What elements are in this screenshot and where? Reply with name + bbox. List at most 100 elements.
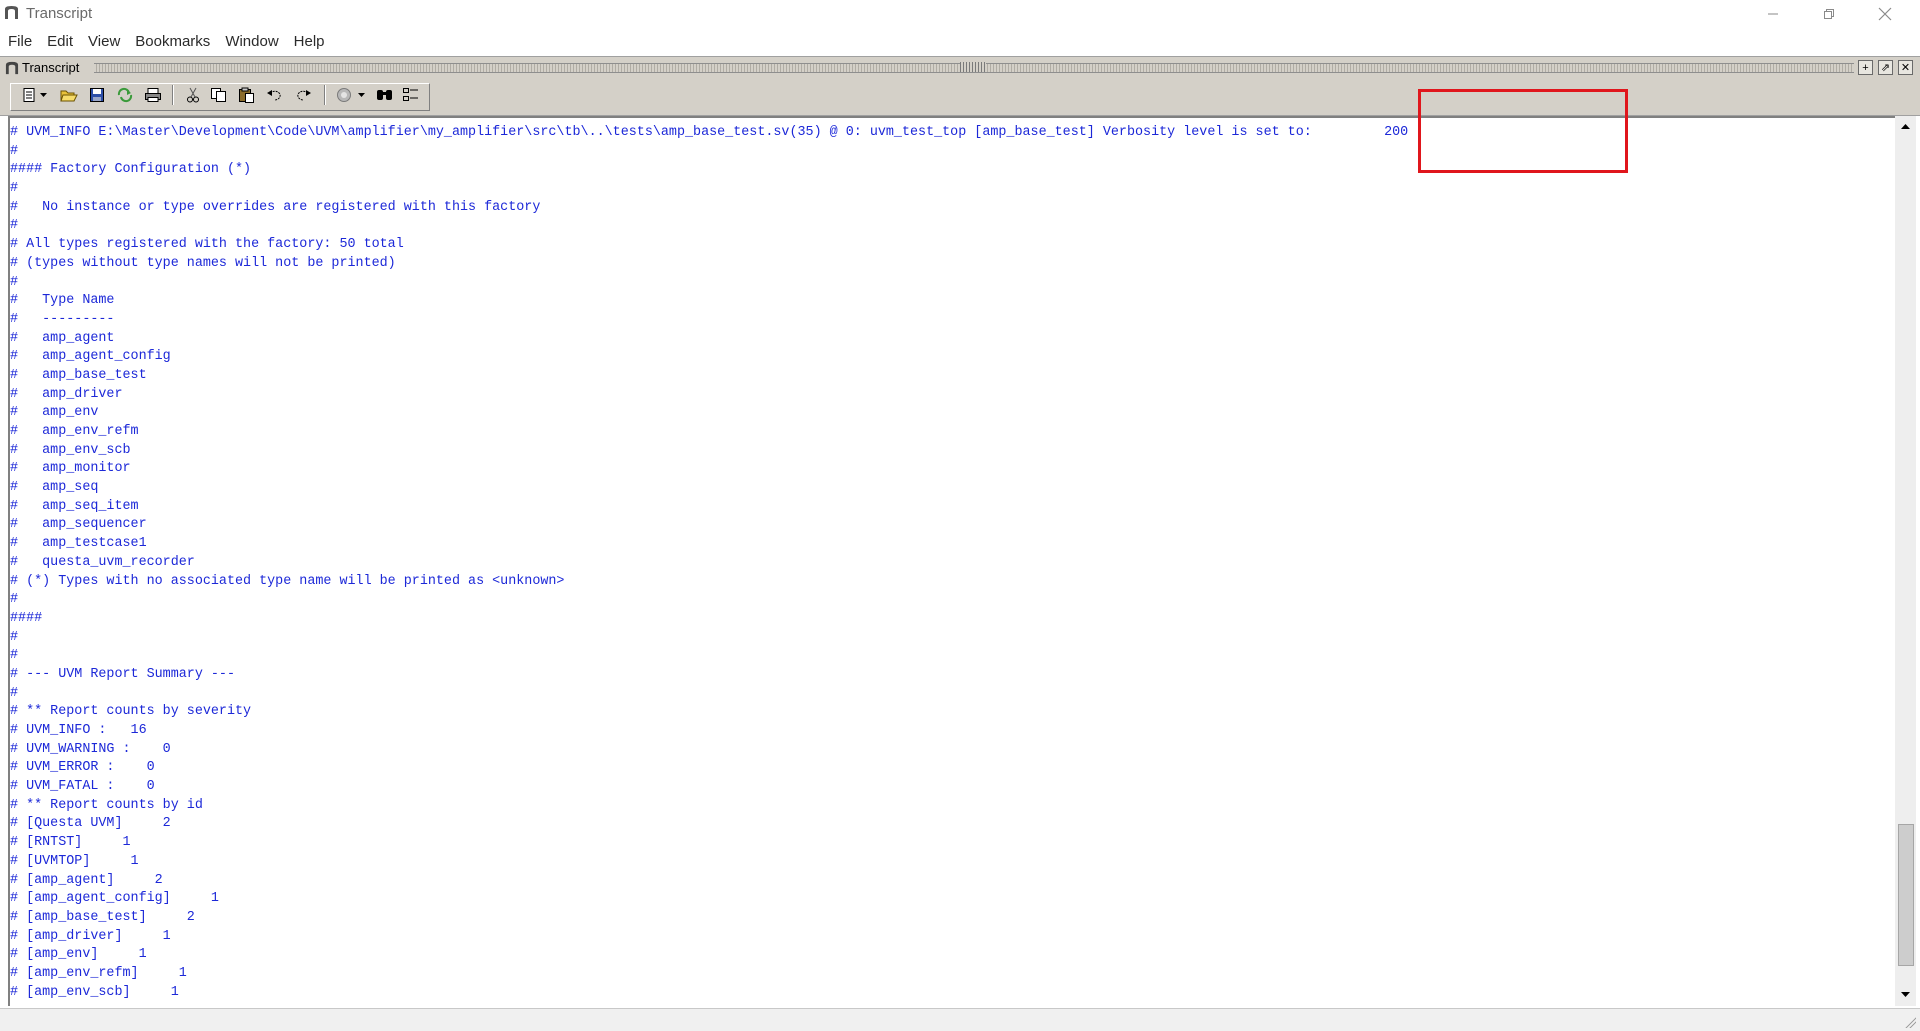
pane-add-button[interactable]: + <box>1858 60 1873 75</box>
scroll-down-button[interactable] <box>1895 986 1916 1004</box>
transcript-line: #### <box>10 610 43 626</box>
close-button[interactable] <box>1862 0 1908 28</box>
transcript-line: # <box>10 143 19 159</box>
run-dropdown-button[interactable] <box>356 85 368 105</box>
transcript-line: # <box>10 274 19 290</box>
redo-icon <box>297 90 311 101</box>
vertical-scrollbar[interactable] <box>1895 116 1916 1006</box>
save-icon <box>90 88 104 102</box>
transcript-line: # amp_base_test <box>10 367 147 383</box>
menu-edit[interactable]: Edit <box>39 33 80 50</box>
transcript-line: # UVM_INFO E:\Master\Development\Code\UV… <box>10 125 1409 140</box>
transcript-line: # <box>10 218 19 234</box>
reload-icon <box>117 87 133 103</box>
copy-button[interactable] <box>208 85 230 105</box>
pane-grip-center <box>960 62 986 72</box>
open-folder-icon <box>60 90 78 102</box>
paste-button[interactable] <box>236 85 258 105</box>
transcript-line: # amp_monitor <box>10 461 131 477</box>
undo-icon <box>267 90 281 101</box>
transcript-line: # Type Name <box>10 293 115 309</box>
transcript-line: # --------- <box>10 311 115 327</box>
dropdown-arrow-icon <box>358 93 365 97</box>
close-icon <box>1878 7 1892 21</box>
transcript-line: # No instance or type overrides are regi… <box>10 199 541 215</box>
transcript-line: # amp_env <box>10 405 99 421</box>
new-document-button[interactable] <box>18 85 40 105</box>
transcript-line: # (*) Types with no associated type name… <box>10 573 565 589</box>
scroll-thumb[interactable] <box>1898 824 1914 966</box>
transcript-line: # [amp_agent_config] 1 <box>10 891 219 907</box>
transcript-line: # [amp_base_test] 2 <box>10 909 195 925</box>
cut-button[interactable] <box>182 85 204 105</box>
minimize-icon <box>1768 13 1778 15</box>
pane-title: Transcript <box>22 60 84 75</box>
transcript-line: # amp_testcase1 <box>10 536 147 552</box>
window-title: Transcript <box>26 5 93 22</box>
transcript-line: # amp_env_scb <box>10 442 131 458</box>
menu-bookmarks[interactable]: Bookmarks <box>127 33 217 50</box>
run-button[interactable] <box>334 85 356 105</box>
menu-help[interactable]: Help <box>286 33 332 50</box>
transcript-line: # <box>10 181 19 197</box>
paste-icon <box>239 87 254 103</box>
outline-button[interactable] <box>400 85 422 105</box>
transcript-pane-header[interactable]: Transcript + ⇗ ✕ <box>0 56 1920 79</box>
minimize-button[interactable] <box>1750 0 1796 28</box>
save-button[interactable] <box>86 85 108 105</box>
transcript-line: # [RNTST] 1 <box>10 835 131 851</box>
resize-grip-icon[interactable] <box>1904 1016 1916 1028</box>
menu-view[interactable]: View <box>80 33 127 50</box>
transcript-line: # questa_uvm_recorder <box>10 554 195 570</box>
cut-icon <box>187 87 199 103</box>
restore-button[interactable] <box>1806 0 1852 28</box>
transcript-line: # [amp_env_scb] 1 <box>10 984 179 1000</box>
menu-file[interactable]: File <box>0 33 39 50</box>
transcript-line: # [Questa UVM] 2 <box>10 816 171 832</box>
toolbar-separator <box>324 85 326 105</box>
pane-undock-button[interactable]: ⇗ <box>1878 60 1893 75</box>
menu-window[interactable]: Window <box>217 33 285 50</box>
toolbar <box>0 79 1920 116</box>
dropdown-arrow-icon <box>40 93 47 97</box>
transcript-line: #### Factory Configuration (*) <box>10 162 252 178</box>
scroll-up-button[interactable] <box>1895 118 1916 136</box>
transcript-line: # amp_sequencer <box>10 517 147 533</box>
transcript-line: # ** Report counts by id <box>10 797 203 813</box>
transcript-line: # [amp_agent] 2 <box>10 872 163 888</box>
print-button[interactable] <box>142 85 164 105</box>
app-icon <box>5 6 18 19</box>
transcript-line: # All types registered with the factory:… <box>10 237 404 253</box>
transcript-line: # UVM_ERROR : 0 <box>10 760 155 776</box>
status-bar <box>0 1008 1920 1031</box>
restore-icon <box>1824 9 1834 19</box>
print-icon <box>145 88 161 102</box>
transcript-line: # <box>10 648 19 664</box>
highlight-box <box>1418 89 1628 173</box>
pane-close-button[interactable]: ✕ <box>1898 60 1913 75</box>
transcript-line: # [amp_env_refm] 1 <box>10 965 187 981</box>
redo-button[interactable] <box>292 85 314 105</box>
up-arrow-icon <box>1901 124 1910 129</box>
transcript-output[interactable]: # UVM_INFO E:\Master\Development\Code\UV… <box>8 116 1895 1006</box>
toolbar-separator <box>172 85 174 105</box>
down-arrow-icon <box>1901 992 1910 997</box>
new-dropdown-button[interactable] <box>38 85 50 105</box>
menu-bar: File Edit View Bookmarks Window Help <box>0 28 1920 54</box>
run-icon <box>337 88 351 102</box>
find-button[interactable] <box>374 85 396 105</box>
copy-icon <box>211 88 226 102</box>
new-document-icon <box>23 88 35 102</box>
transcript-line: # (types without type names will not be … <box>10 255 396 271</box>
transcript-line: # [amp_env] 1 <box>10 947 147 963</box>
reload-button[interactable] <box>114 85 136 105</box>
transcript-line: # ** Report counts by severity <box>10 704 252 720</box>
undo-button[interactable] <box>264 85 286 105</box>
transcript-line: # <box>10 629 19 645</box>
open-button[interactable] <box>58 85 80 105</box>
transcript-line: # amp_env_refm <box>10 424 139 439</box>
transcript-line: # amp_seq <box>10 480 99 496</box>
transcript-line: # amp_driver <box>10 386 123 402</box>
transcript-line: # UVM_INFO : 16 <box>10 723 147 738</box>
transcript-line: # amp_seq_item <box>10 498 139 514</box>
